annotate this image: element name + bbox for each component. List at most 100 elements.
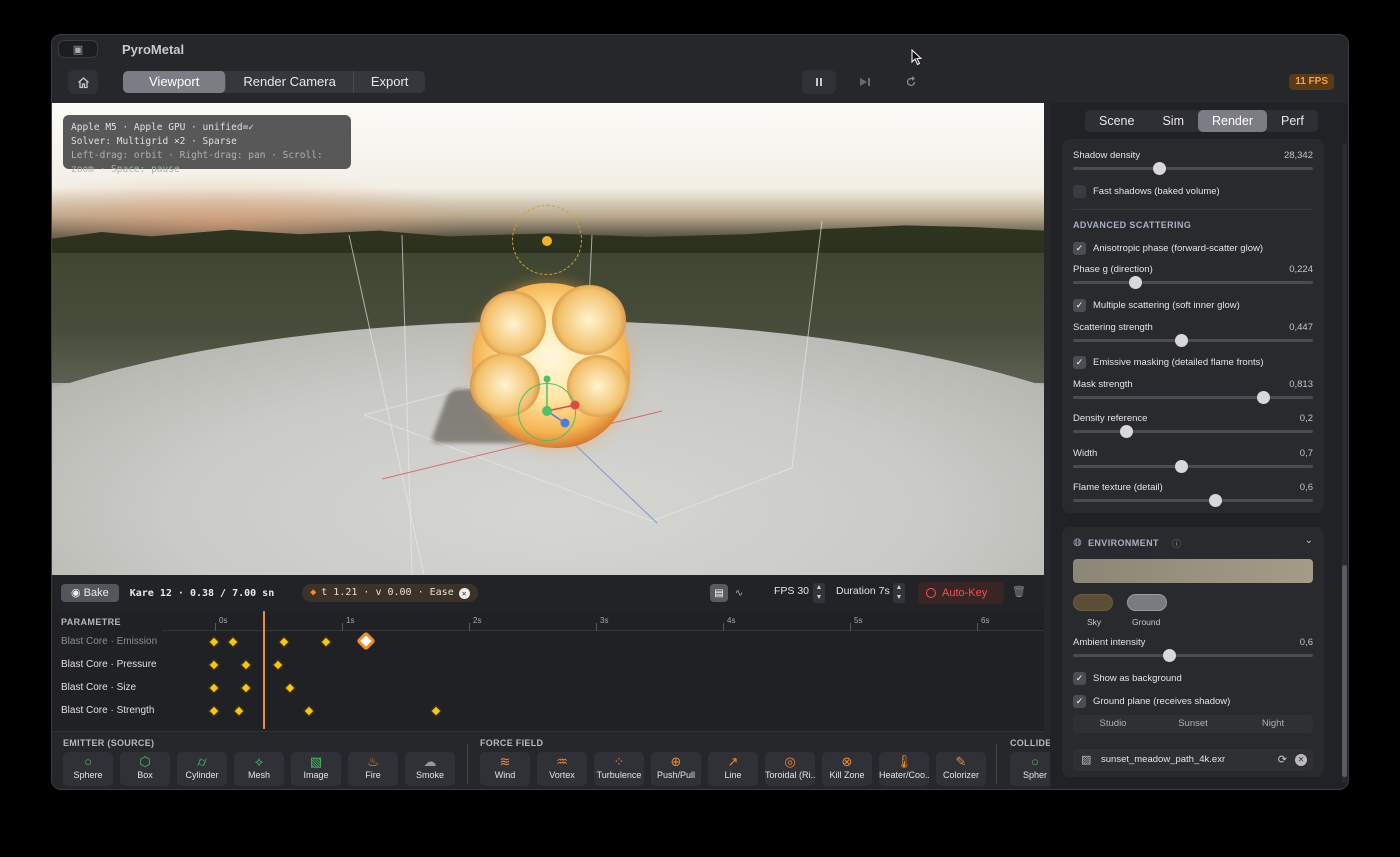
- tool-line[interactable]: ↗ Line: [708, 752, 758, 786]
- keyframe-diamond[interactable]: [208, 659, 220, 671]
- tab-viewport[interactable]: Viewport: [123, 71, 227, 93]
- preset-night[interactable]: Night: [1233, 715, 1313, 733]
- keyframe-diamond[interactable]: [233, 705, 246, 717]
- inspector-scrollbar[interactable]: [1342, 143, 1347, 783]
- slider-thumb[interactable]: [1256, 391, 1270, 404]
- scattering-strength-slider[interactable]: [1073, 334, 1313, 347]
- slider-thumb[interactable]: [1175, 334, 1188, 347]
- hdr-file-row[interactable]: ▨ sunset_meadow_path_4k.exr ⟳ ✕: [1073, 749, 1313, 771]
- slider-thumb[interactable]: [1119, 425, 1133, 438]
- keyframe-diamond[interactable]: [227, 636, 239, 648]
- mask-strength-slider[interactable]: [1073, 391, 1313, 404]
- tool-wind[interactable]: ≋ Wind: [480, 752, 530, 786]
- anisotropic-toggle[interactable]: ✓ Anisotropic phase (forward-scatter glo…: [1073, 241, 1263, 255]
- keyframe-diamond[interactable]: [278, 636, 290, 648]
- checkbox[interactable]: [1073, 184, 1086, 198]
- dopesheet-icon[interactable]: ▤: [710, 584, 728, 602]
- auto-key-button[interactable]: Auto-Key: [918, 582, 1004, 604]
- multiple-scattering-toggle[interactable]: ✓ Multiple scattering (soft inner glow): [1073, 298, 1240, 312]
- tab-sim[interactable]: Sim: [1148, 110, 1198, 132]
- trash-icon[interactable]: 🗑: [1012, 585, 1026, 598]
- tool-smoke[interactable]: ☁ Smoke: [405, 752, 455, 786]
- tool-cylinder[interactable]: ⌭ Cylinder: [177, 752, 227, 786]
- checkbox[interactable]: ✓: [1073, 694, 1086, 708]
- keyframe-diamond[interactable]: [271, 659, 284, 671]
- ground-color-swatch[interactable]: [1127, 594, 1167, 611]
- keyframe-diamond[interactable]: [430, 705, 442, 717]
- tool-colorizer[interactable]: ✎ Colorizer: [936, 752, 986, 786]
- tool-image[interactable]: ▧ Image: [291, 752, 341, 786]
- 3d-viewport[interactable]: Apple M5 · Apple GPU · unified=✓ Solver:…: [52, 103, 1044, 575]
- bake-button[interactable]: ◉ Bake: [61, 584, 119, 602]
- track-row[interactable]: Blast Core · Strength: [52, 700, 1044, 723]
- slider-thumb[interactable]: [1208, 494, 1222, 507]
- reload-icon[interactable]: ⟳: [1278, 753, 1287, 766]
- keyframe-diamond[interactable]: [208, 636, 220, 648]
- tab-export[interactable]: Export: [354, 71, 426, 93]
- tool-mesh[interactable]: ⟡ Mesh: [234, 752, 284, 786]
- selected-key-chip[interactable]: ◆ t 1.21 · v 0.00 · Ease ✕: [302, 584, 478, 602]
- selected-keyframe[interactable]: [355, 631, 376, 651]
- help-icon[interactable]: ⓘ: [1172, 537, 1181, 550]
- remove-file-icon[interactable]: ✕: [1295, 754, 1307, 766]
- keyframe-diamond[interactable]: [240, 682, 252, 694]
- environment-preview[interactable]: [1073, 559, 1313, 583]
- track-row[interactable]: Blast Core · Pressure: [52, 654, 1044, 677]
- fps-stepper[interactable]: ▲ ▼: [813, 583, 825, 603]
- tool-toroidal-ri[interactable]: ◎ Toroidal (Ri...: [765, 752, 815, 786]
- preset-studio[interactable]: Studio: [1073, 715, 1153, 733]
- slider-thumb[interactable]: [1153, 162, 1167, 175]
- sky-color-swatch[interactable]: [1073, 594, 1113, 611]
- duration-stepper[interactable]: ▲ ▼: [893, 583, 905, 603]
- slider-thumb[interactable]: [1163, 649, 1176, 662]
- tool-box[interactable]: ⬡ Box: [120, 752, 170, 786]
- checkbox[interactable]: ✓: [1073, 298, 1086, 312]
- tab-scene[interactable]: Scene: [1085, 110, 1148, 132]
- phase-g-slider[interactable]: [1073, 276, 1313, 289]
- tool-turbulence[interactable]: ⁘ Turbulence: [594, 752, 644, 786]
- slider-thumb[interactable]: [1175, 460, 1188, 473]
- tool-sphere[interactable]: ○ Sphere: [63, 752, 113, 786]
- checkbox[interactable]: ✓: [1073, 671, 1086, 685]
- tab-render-camera[interactable]: Render Camera: [226, 71, 354, 93]
- preset-sunset[interactable]: Sunset: [1153, 715, 1233, 733]
- light-handle[interactable]: [542, 236, 552, 246]
- tab-perf[interactable]: Perf: [1267, 110, 1318, 132]
- scrollbar-thumb[interactable]: [1342, 565, 1347, 777]
- tab-render[interactable]: Render: [1197, 110, 1267, 132]
- checkbox[interactable]: ✓: [1073, 355, 1086, 369]
- clear-key-icon[interactable]: ✕: [458, 587, 470, 599]
- ambient-intensity-slider[interactable]: [1073, 649, 1313, 662]
- curve-editor-icon[interactable]: ∿: [730, 584, 748, 602]
- tool-push-pull[interactable]: ⊕ Push/Pull: [651, 752, 701, 786]
- time-ruler[interactable]: 0s 1s 2s 3s 4s 5s 6s: [162, 611, 1044, 631]
- tool-kill-zone[interactable]: ⊗ Kill Zone: [822, 752, 872, 786]
- checkbox[interactable]: ✓: [1073, 241, 1086, 255]
- flame-texture-slider[interactable]: [1073, 494, 1313, 507]
- playhead[interactable]: [263, 611, 266, 729]
- tool-fire[interactable]: ♨ Fire: [348, 752, 398, 786]
- shadow-density-slider[interactable]: [1073, 162, 1313, 175]
- pause-button[interactable]: [802, 70, 836, 94]
- keyframe-diamond[interactable]: [320, 636, 332, 648]
- home-button[interactable]: [68, 70, 98, 94]
- step-forward-button[interactable]: [848, 70, 882, 94]
- keyframe-diamond[interactable]: [303, 705, 315, 717]
- tool-heater-coo[interactable]: 🌡 Heater/Coo...: [879, 752, 929, 786]
- fast-shadows-toggle[interactable]: Fast shadows (baked volume): [1073, 184, 1220, 198]
- tool-vortex[interactable]: ♒ Vortex: [537, 752, 587, 786]
- keyframe-diamond[interactable]: [240, 659, 252, 671]
- transform-gizmo[interactable]: [518, 371, 598, 461]
- keyframe-diamond[interactable]: [208, 705, 220, 717]
- width-slider[interactable]: [1073, 460, 1313, 473]
- ground-plane-toggle[interactable]: ✓ Ground plane (receives shadow): [1073, 694, 1230, 708]
- slider-thumb[interactable]: [1129, 276, 1143, 289]
- track-row[interactable]: Blast Core · Size: [52, 677, 1044, 700]
- show-background-toggle[interactable]: ✓ Show as background: [1073, 671, 1182, 685]
- keyframe-diamond[interactable]: [208, 682, 220, 694]
- density-reference-slider[interactable]: [1073, 425, 1313, 438]
- track-row[interactable]: Blast Core · Emission: [52, 631, 1044, 654]
- emissive-masking-toggle[interactable]: ✓ Emissive masking (detailed flame front…: [1073, 355, 1264, 369]
- sidebar-toggle-icon[interactable]: ▣: [58, 40, 98, 58]
- keyframe-diamond[interactable]: [284, 682, 296, 694]
